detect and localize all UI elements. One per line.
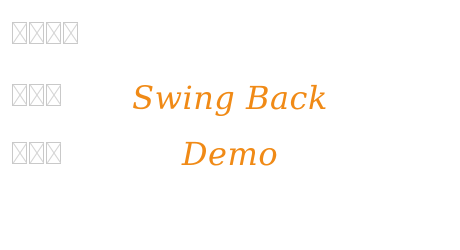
label-placeholder-row-2 — [12, 84, 61, 106]
missing-glyph-icon — [12, 142, 27, 164]
missing-glyph-icon — [63, 22, 78, 44]
label-placeholder-row-1 — [12, 22, 78, 44]
demo-line-2: Demo — [181, 135, 279, 173]
missing-glyph-icon — [46, 142, 61, 164]
missing-glyph-icon — [29, 84, 44, 106]
missing-glyph-icon — [29, 142, 44, 164]
demo-line-1: Swing Back — [132, 79, 328, 117]
missing-glyph-icon — [29, 22, 44, 44]
missing-glyph-icon — [12, 22, 27, 44]
missing-glyph-icon — [46, 22, 61, 44]
font-preview-card: Swing Back Demo — [0, 0, 460, 250]
font-demo-text: Swing Back Demo — [110, 70, 350, 182]
missing-glyph-icon — [46, 84, 61, 106]
missing-glyph-icon — [12, 84, 27, 106]
label-placeholder-row-3 — [12, 142, 61, 164]
